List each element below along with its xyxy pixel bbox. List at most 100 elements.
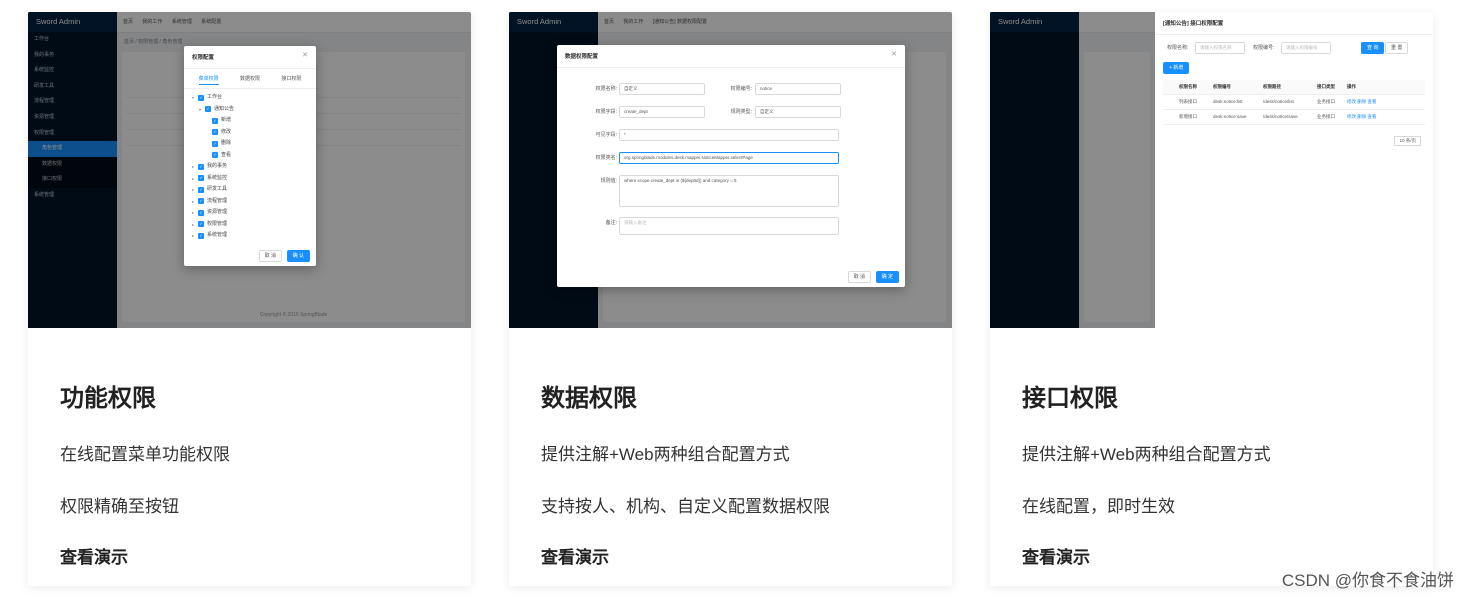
name-input[interactable]: 自定义 <box>619 83 705 95</box>
table-cell: /desk/notice/list <box>1263 99 1294 104</box>
feature-card-function: Sword Admin 工作台 我的事务 系统监控 研发工具 流程管理 资源管理… <box>28 12 471 586</box>
modal-title: 权限配置 <box>184 46 316 69</box>
tree-node[interactable]: ✓ 修改 <box>192 127 308 139</box>
api-table: 权限名称 权限编号 权限路径 接口类型 操作 列表接口 desk:notice:… <box>1163 80 1425 125</box>
column-input[interactable]: create_dept <box>619 106 705 118</box>
confirm-button[interactable]: 确 定 <box>875 271 899 283</box>
data-permission-modal: 数据权限配置 ✕ 权限名称: 自定义 权限编号: notice 权限字段: cr… <box>557 45 905 287</box>
tree-node[interactable]: ▸ ✓ 资源管理 <box>192 207 308 219</box>
form-row: 权限名称: 自定义 权限编号: notice <box>557 83 905 103</box>
add-button[interactable]: + 新增 <box>1163 62 1190 74</box>
cancel-button[interactable]: 取 消 <box>258 250 282 262</box>
confirm-button[interactable]: 确 认 <box>286 250 310 262</box>
modal-tabs: 菜单权限 数据权限 接口权限 <box>184 69 316 89</box>
view-demo-link[interactable]: 查看演示 <box>541 543 609 568</box>
checkbox-icon: ✓ <box>198 186 204 193</box>
table-cell: 业务接口 <box>1317 114 1335 119</box>
tree-node-label: 研发工具 <box>207 186 228 192</box>
page-size-select[interactable]: 10 条/页 <box>1394 136 1421 146</box>
screenshot-api-permission: Sword Admin [通知公告] 接口权限配置 权限名称: 请输入权限名称 … <box>990 12 1433 328</box>
tree-node[interactable]: ▸ ✓ 流程管理 <box>192 196 308 208</box>
type-select[interactable]: 自定义 <box>755 106 841 118</box>
tab-data-permission[interactable]: 数据权限 <box>240 75 260 85</box>
column-header: 权限路径 <box>1263 84 1281 89</box>
table-cell: 列表接口 <box>1179 99 1197 104</box>
row-actions[interactable]: 修改 删除 查看 <box>1347 95 1425 109</box>
tree-node[interactable]: ▸ ✓ 系统管理 <box>192 230 308 242</box>
tree-node[interactable]: ▾ ✓ 通知公告 <box>192 104 308 116</box>
field-label: 权限名称: <box>595 86 617 92</box>
checkbox-icon: ✓ <box>212 117 218 124</box>
checkbox-icon: ✓ <box>212 152 218 159</box>
tree-node-label: 新增 <box>221 117 232 123</box>
cancel-button[interactable]: 取 消 <box>847 271 871 283</box>
table-cell: 业务接口 <box>1317 99 1335 104</box>
checkbox-icon: ✓ <box>198 175 204 182</box>
tree-node-label: 资源管理 <box>207 209 228 215</box>
permission-tree: ▾ ✓ 工作台 ▾ ✓ 通知公告 ✓ 新增 ✓ 修改 ✓ 删除 ✓ 查看 ▸ ✓ 我的事务 ▸ ✓ 系统… <box>184 89 316 245</box>
table-cell: /desk/notice/save <box>1263 114 1298 119</box>
checkbox-icon: ✓ <box>198 94 204 101</box>
reset-button[interactable]: 重 置 <box>1385 42 1409 54</box>
tree-node-label: 我的事务 <box>207 163 228 169</box>
tree-node-label: 流程管理 <box>207 197 228 204</box>
card-description: 支持按人、机构、自定义配置数据权限 <box>541 497 830 516</box>
table-cell: desk:notice:save <box>1213 114 1247 119</box>
checkbox-icon: ✓ <box>198 221 204 228</box>
form-row: 权限字段: create_dept 规则类型: 自定义 <box>557 106 905 126</box>
code-input[interactable]: notice <box>755 83 841 95</box>
form-row: 可见字段: * <box>557 129 905 149</box>
watermark: CSDN @你食不食油饼 <box>1281 571 1454 590</box>
table-header: 权限名称 权限编号 权限路径 接口类型 操作 <box>1163 80 1425 95</box>
row-actions[interactable]: 修改 删除 查看 <box>1347 110 1425 124</box>
checkbox-icon: ✓ <box>205 106 211 113</box>
tree-node[interactable]: ✓ 新增 <box>192 115 308 127</box>
tab-api-permission[interactable]: 接口权限 <box>281 75 301 85</box>
field-label: 可见字段: <box>595 132 617 138</box>
search-code-input[interactable]: 请输入权限编号 <box>1281 42 1331 54</box>
tree-node[interactable]: ▸ ✓ 系统监控 <box>192 173 308 185</box>
table-cell: 新增接口 <box>1179 114 1197 119</box>
card-title: 接口权限 <box>1022 385 1118 412</box>
card-description: 在线配置菜单功能权限 <box>60 445 230 464</box>
column-header: 接口类型 <box>1317 84 1335 89</box>
form-row: 规则值: where scope.create_dept in (${deptI… <box>557 175 905 207</box>
table-cell: desk:notice:list <box>1213 99 1243 104</box>
field-label: 权限类名: <box>595 155 617 161</box>
visible-column-input[interactable]: * <box>619 129 839 141</box>
view-demo-link[interactable]: 查看演示 <box>60 543 128 568</box>
checkbox-icon: ✓ <box>198 209 204 216</box>
rule-value-textarea[interactable]: where scope.create_dept in (${deptId}) a… <box>619 175 839 207</box>
field-label: 规则类型: <box>730 109 752 115</box>
tree-node-label: 工作台 <box>207 94 223 100</box>
field-label: 规则值: <box>600 178 617 184</box>
card-description: 权限精确至按钮 <box>60 497 179 516</box>
search-name-input[interactable]: 请输入权限名称 <box>1195 42 1245 54</box>
tree-node-label: 修改 <box>221 128 232 135</box>
remark-textarea[interactable]: 请输入备注 <box>619 217 839 235</box>
card-description: 提供注解+Web两种组合配置方式 <box>541 445 790 464</box>
view-demo-link[interactable]: 查看演示 <box>1022 543 1090 568</box>
tree-node[interactable]: ▾ ✓ 工作台 <box>192 92 308 104</box>
tree-node[interactable]: ▸ ✓ 权限管理 <box>192 219 308 231</box>
tree-node-label: 查看 <box>221 151 232 158</box>
tab-menu-permission[interactable]: 菜单权限 <box>198 75 219 85</box>
checkbox-icon: ✓ <box>198 232 204 239</box>
screenshot-data-permission: Sword Admin 首页 我的工作 [通知公告] 数据权限配置 数据权限配置… <box>509 12 952 328</box>
query-button[interactable]: 查 询 <box>1361 42 1385 54</box>
checkbox-icon: ✓ <box>198 198 204 205</box>
card-body: 数据权限 提供注解+Web两种组合配置方式 支持按人、机构、自定义配置数据权限 … <box>509 328 952 586</box>
tree-node-label: 系统监控 <box>207 174 228 181</box>
tree-node[interactable]: ✓ 删除 <box>192 138 308 150</box>
close-icon[interactable]: ✕ <box>891 50 897 58</box>
tree-node[interactable]: ✓ 查看 <box>192 150 308 162</box>
class-input[interactable]: org.springblade.modules.desk.mapper.Noti… <box>619 152 839 164</box>
form-row: 备注: 请输入备注 <box>557 217 905 237</box>
close-icon[interactable]: ✕ <box>302 51 308 59</box>
tree-node[interactable]: ▸ ✓ 研发工具 <box>192 184 308 196</box>
tree-node-label: 删除 <box>221 140 232 146</box>
card-title: 数据权限 <box>541 385 637 412</box>
tree-node[interactable]: ▸ ✓ 我的事务 <box>192 161 308 173</box>
table-row: 新增接口 desk:notice:save /desk/notice/save … <box>1163 110 1425 125</box>
column-header: 权限编号 <box>1213 84 1231 89</box>
